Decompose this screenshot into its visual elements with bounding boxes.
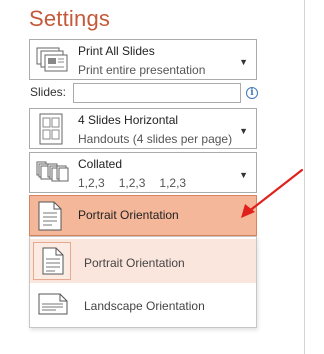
collation-sequence-item: 1,2,3 xyxy=(159,176,187,190)
print-all-slides-icon xyxy=(36,47,70,78)
orientation-dropdown[interactable]: Portrait Orientation xyxy=(29,195,257,236)
pane-divider xyxy=(304,0,305,354)
menu-item-portrait[interactable]: Portrait Orientation xyxy=(30,239,256,283)
four-slides-horizontal-icon xyxy=(36,113,66,150)
layout-secondary: Handouts (4 slides per page) xyxy=(78,132,233,146)
collation-sequence-item: 1,2,3 xyxy=(78,176,105,190)
print-range-primary: Print All Slides xyxy=(78,44,155,58)
menu-item-landscape[interactable]: Landscape Orientation xyxy=(30,283,256,327)
print-range-dropdown[interactable]: Print All Slides Print entire presentati… xyxy=(29,39,257,80)
portrait-page-icon xyxy=(42,247,64,280)
collation-primary: Collated xyxy=(78,157,123,171)
collation-dropdown[interactable]: Collated 1,2,3 1,2,3 1,2,3 ▼ xyxy=(29,152,257,193)
collated-icon xyxy=(36,161,70,190)
landscape-page-icon xyxy=(38,293,68,320)
collation-sequence-item: 1,2,3 xyxy=(118,176,146,190)
slides-input[interactable] xyxy=(73,83,241,103)
portrait-page-icon xyxy=(38,201,62,236)
orientation-menu: Portrait Orientation Landscape Orientati… xyxy=(29,236,257,328)
layout-primary: 4 Slides Horizontal xyxy=(78,113,179,127)
settings-title: Settings xyxy=(29,6,111,31)
menu-item-label: Landscape Orientation xyxy=(84,299,205,313)
menu-item-label: Portrait Orientation xyxy=(84,256,185,270)
collation-sequence: 1,2,3 1,2,3 1,2,3 xyxy=(78,176,200,190)
chevron-down-icon: ▼ xyxy=(239,170,248,180)
print-range-secondary: Print entire presentation xyxy=(78,63,206,77)
chevron-down-icon: ▼ xyxy=(239,57,248,67)
slides-label: Slides: xyxy=(30,85,67,99)
orientation-selected-label: Portrait Orientation xyxy=(78,208,179,222)
layout-dropdown[interactable]: 4 Slides Horizontal Handouts (4 slides p… xyxy=(29,108,257,149)
chevron-down-icon: ▼ xyxy=(239,126,248,136)
info-icon[interactable]: i xyxy=(246,87,258,99)
